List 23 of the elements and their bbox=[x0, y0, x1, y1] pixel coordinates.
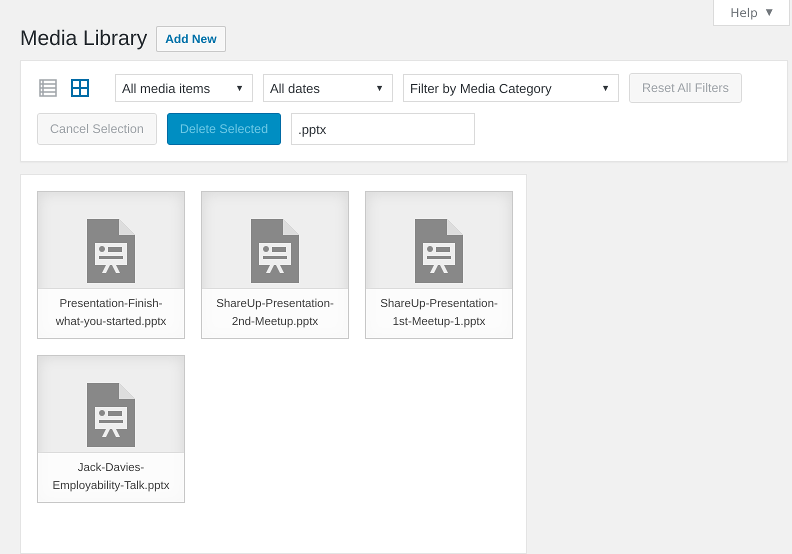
attachment-thumbnail[interactable]: Jack-Davies-Employability-Talk.pptx bbox=[37, 355, 185, 503]
presentation-file-icon bbox=[415, 219, 463, 283]
attachment-thumbnail[interactable]: Presentation-Finish-what-you-started.pptx bbox=[37, 191, 185, 339]
help-tab[interactable]: Help ▼ bbox=[713, 0, 790, 26]
filter-dropdown[interactable]: All dates ▼ bbox=[263, 74, 393, 102]
filter-dropdown[interactable]: Filter by Media Category ▼ bbox=[403, 74, 619, 102]
search-field[interactable]: .pptx bbox=[291, 113, 476, 145]
presentation-file-icon bbox=[87, 219, 135, 283]
add-new-button[interactable]: Add New bbox=[156, 26, 226, 52]
filter-dropdown[interactable]: All media items ▼ bbox=[115, 74, 253, 102]
attachment-thumbnail[interactable]: ShareUp-Presentation-1st-Meetup-1.pptx bbox=[365, 191, 513, 339]
presentation-file-icon bbox=[251, 219, 299, 283]
attachment-filename: ShareUp-Presentation-1st-Meetup-1.pptx bbox=[366, 288, 512, 338]
presentation-file-icon bbox=[87, 383, 135, 447]
grid-view-icon bbox=[71, 79, 89, 97]
attachment-thumbnail[interactable]: ShareUp-Presentation-2nd-Meetup.pptx bbox=[201, 191, 349, 339]
list-view-icon bbox=[39, 79, 57, 97]
page-title: Media Library bbox=[20, 27, 148, 51]
attachment-filename: ShareUp-Presentation-2nd-Meetup.pptx bbox=[202, 288, 348, 338]
grid-view-button[interactable] bbox=[69, 77, 91, 99]
caret-icon: ▼ bbox=[766, 8, 773, 18]
attachment-filename: Presentation-Finish-what-you-started.pptx bbox=[38, 288, 184, 338]
attachment-filename: Jack-Davies-Employability-Talk.pptx bbox=[38, 452, 184, 502]
